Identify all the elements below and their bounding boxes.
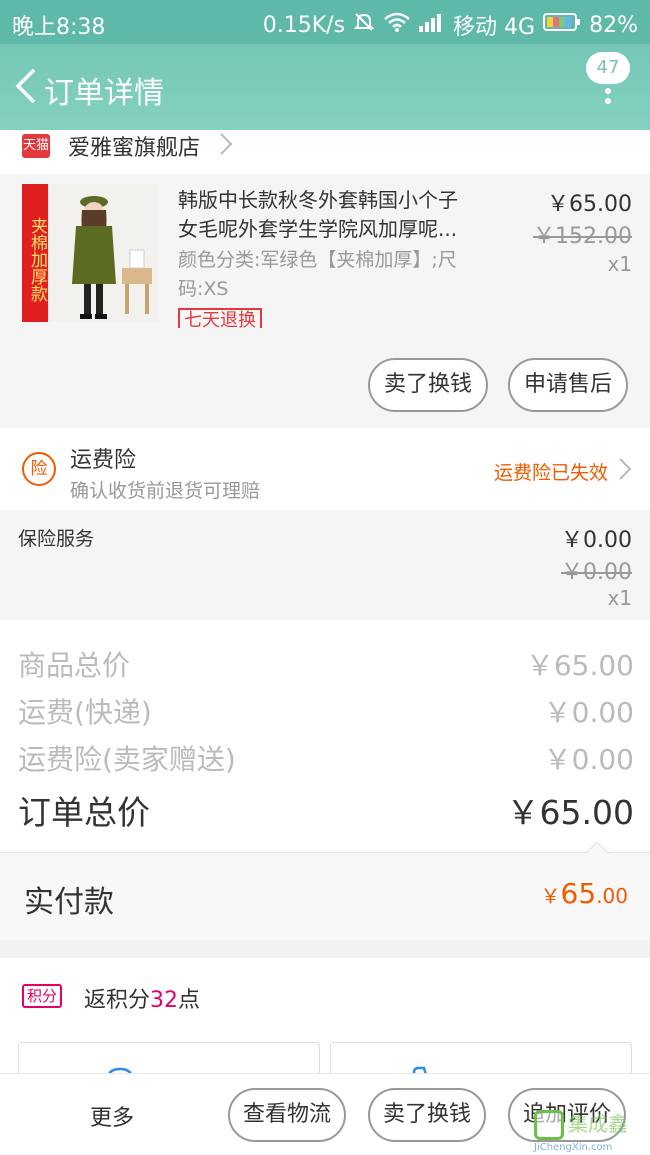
status-time: 晚上8:38 [12,15,106,40]
currency-symbol: ￥ [540,884,561,908]
more-actions-button[interactable]: 更多 [90,1100,134,1132]
product-photo [50,184,158,322]
back-icon[interactable] [12,66,40,106]
item-quantity: x1 [607,252,632,276]
order-total-label: 订单总价 [18,793,150,832]
order-total-row: 订单总价 ￥65.00 [18,786,634,834]
product-spec: 颜色分类:军绿色【夹棉加厚】;尺 码:XS [178,246,488,304]
goods-total-row: 商品总价 ￥65.00 [18,644,634,684]
actual-payment-value: ￥65.00 [541,877,628,910]
insurance-icon: 险 [22,452,56,486]
product-title-line: 女毛呢外套学生学院风加厚呢... [178,217,458,241]
points-badge: 积分 [22,984,63,1008]
shop-name: 爱雅蜜旗舰店 [68,136,201,161]
amount-integer: 65 [560,877,597,910]
insurance-subtitle: 确认收货前退货可理赔 [70,480,261,502]
watermark-text: JiChengXin.com [534,1142,613,1153]
product-thumbnail[interactable]: 夹棉加厚款 [22,184,158,322]
shipping-fee-value: ￥0.00 [543,696,634,729]
amount-decimal: .00 [596,884,628,908]
item-price: ￥65.00 [547,192,632,217]
product-title-line: 韩版中长款秋冬外套韩国小个子 [178,188,458,212]
insurance-fee-row: 运费险(卖家赠送) ￥0.00 [18,738,634,778]
watermark: 集成鑫 JiChengXin.com [532,1108,650,1155]
order-item-card[interactable]: 夹棉加厚款 韩版中长款秋冬外套韩国小个子 女毛呢外套学生学院风加厚呢... 颜色… [0,174,650,426]
insurance-title: 运费险 [70,448,137,473]
shipping-fee-label: 运费(快递) [18,696,152,729]
watermark-logo-icon [534,1110,564,1140]
service-price: ￥0.00 [561,528,632,553]
insurance-fee-label: 运费险(卖家赠送) [18,743,236,776]
product-spec-line: 颜色分类:军绿色【夹棉加厚】;尺 [178,249,457,271]
thumbnail-label: 夹棉加厚款 [22,184,48,322]
sell-for-cash-button[interactable]: 卖了换钱 [368,358,488,412]
page-title: 订单详情 [44,76,164,111]
order-total-value: ￥65.00 [506,793,634,832]
insurance-service-row: 保险服务 ￥0.00 ￥0.00 x1 [0,510,650,618]
battery-level: 82% [589,12,638,38]
more-menu-button[interactable]: 47 [586,52,632,122]
carrier: 移动 4G [453,15,536,40]
status-bar: 晚上8:38 0.15K/s 移动 4G 82% [0,0,650,44]
insurance-status: 运费险已失效 [493,462,608,484]
sell-for-cash-bottom-button[interactable]: 卖了换钱 [368,1088,486,1142]
actual-payment-row: 实付款 ￥65.00 [0,842,650,940]
service-original-price: ￥0.00 [561,560,632,585]
service-label: 保险服务 [18,528,95,550]
goods-total-value: ￥65.00 [525,649,634,682]
nav-header: 订单详情 47 [0,44,650,130]
insurance-fee-value: ￥0.00 [543,743,634,776]
chevron-right-icon [218,130,234,162]
chevron-right-icon [618,456,632,486]
menu-dot-icon [605,88,611,94]
battery-icon [543,12,581,38]
return-policy-tag: 七天退换 [178,308,262,328]
points-value: 32 [150,988,179,1013]
wifi-icon [383,11,411,39]
actual-payment-label: 实付款 [24,885,114,920]
item-original-price: ￥152.00 [533,224,632,249]
shop-row[interactable]: 天猫 爱雅蜜旗舰店 [0,130,650,174]
points-prefix: 返积分 [84,988,151,1013]
points-suffix: 点 [178,988,201,1013]
service-quantity: x1 [607,586,632,610]
network-speed: 0.15K/s [262,12,346,38]
app-root: 晚上8:38 0.15K/s 移动 4G 82% 订单详情 47 天猫 爱雅蜜旗… [0,0,650,1155]
bottom-action-bar: 更多 查看物流 卖了换钱 追加评价 集成鑫 JiChengXin.com [0,1073,650,1155]
product-title[interactable]: 韩版中长款秋冬外套韩国小个子 女毛呢外套学生学院风加厚呢... [178,186,488,244]
apply-after-sale-button[interactable]: 申请售后 [508,358,628,412]
message-count-badge: 47 [586,52,630,84]
tmall-badge: 天猫 [22,134,50,158]
menu-dot-icon [605,98,611,104]
view-logistics-button[interactable]: 查看物流 [228,1088,346,1142]
shipping-insurance-row[interactable]: 险 运费险 确认收货前退货可理赔 运费险已失效 [0,428,650,510]
caret-up-icon [585,842,609,854]
mute-icon [353,11,375,39]
shipping-fee-row: 运费(快递) ￥0.00 [18,691,634,731]
signal-icon [419,12,445,38]
product-spec-line: 码:XS [178,278,229,300]
goods-total-label: 商品总价 [18,649,131,682]
watermark-logo-text: 集成鑫 [568,1112,628,1136]
price-summary: 商品总价 ￥65.00 运费(快递) ￥0.00 运费险(卖家赠送) ￥0.00… [0,620,650,852]
points-text: 返积分32点 [84,982,200,1014]
